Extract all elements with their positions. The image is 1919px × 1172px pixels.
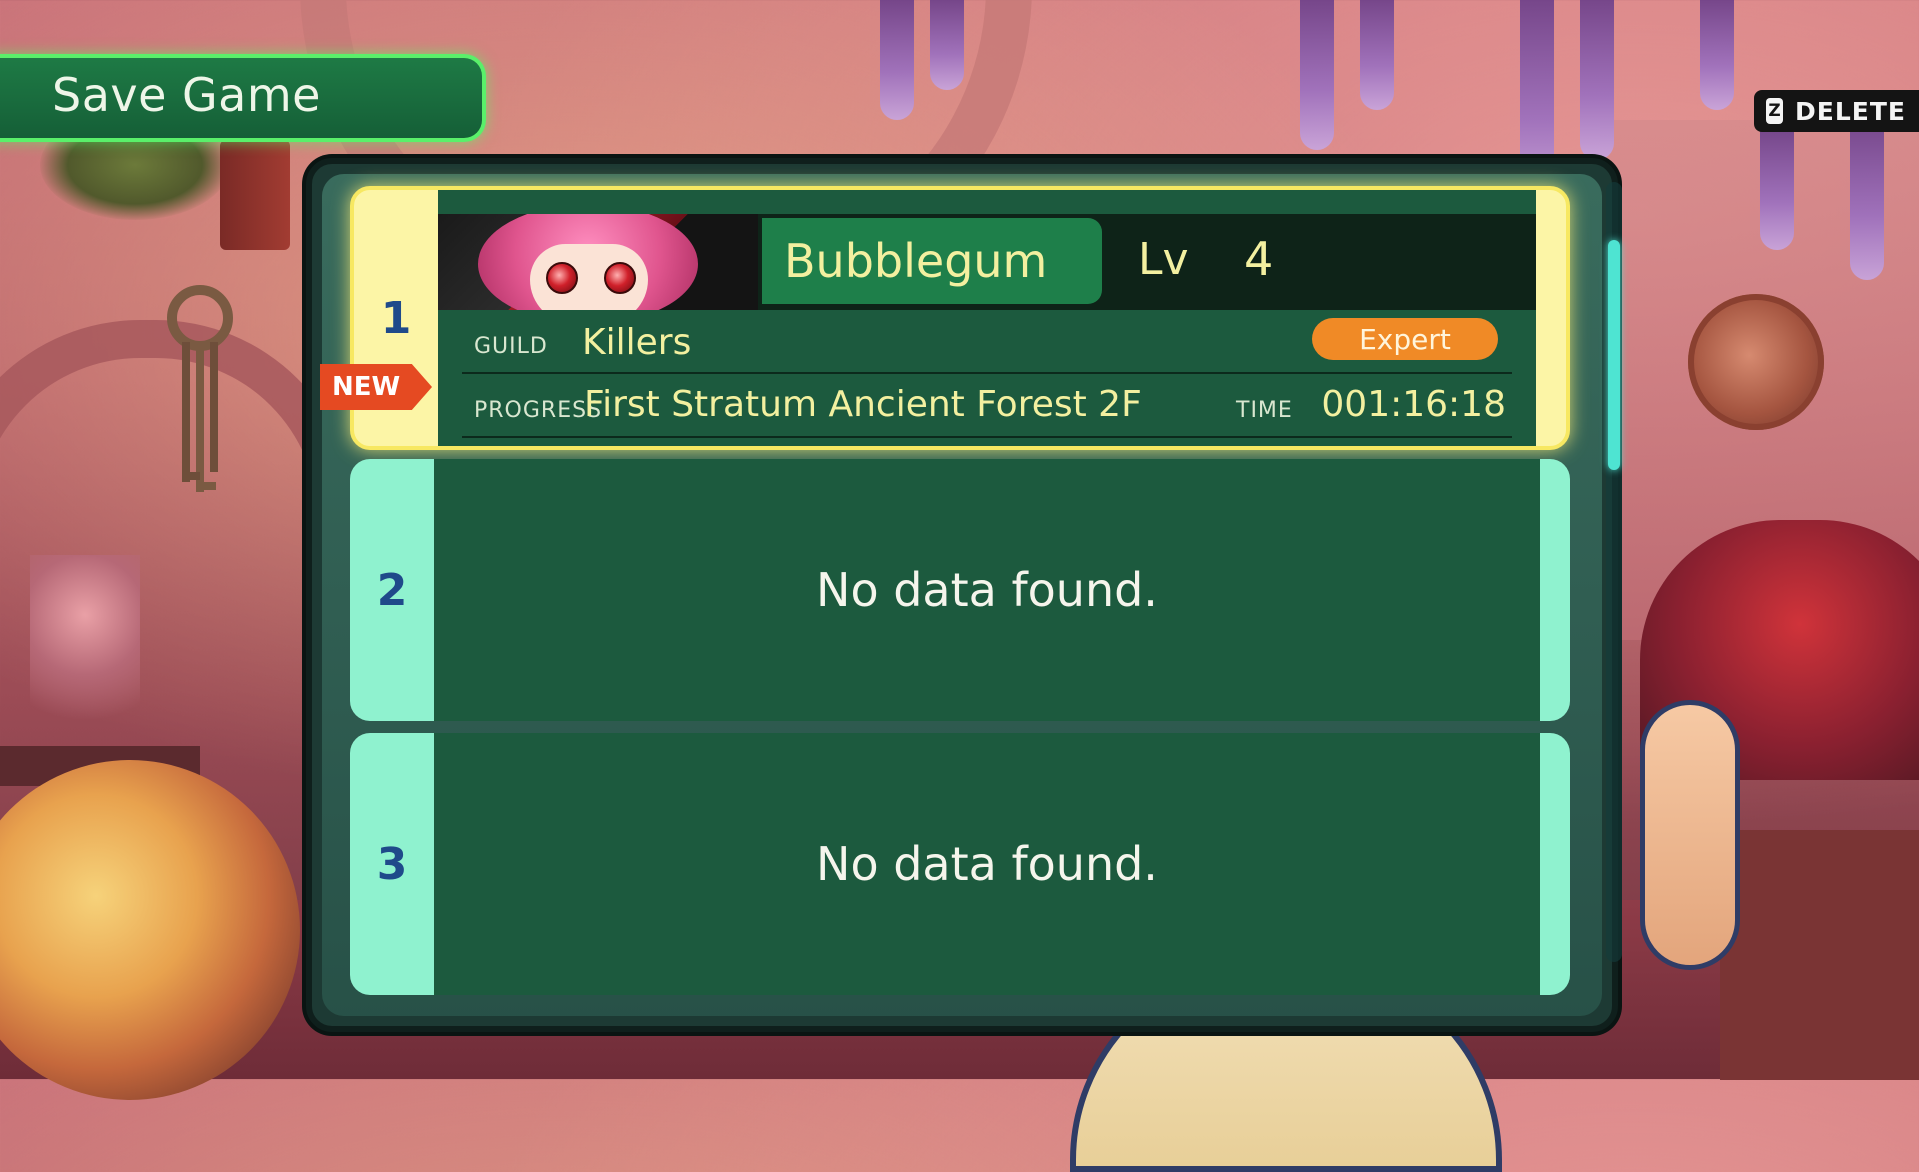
time-label: TIME	[1236, 398, 1293, 423]
wisteria-decoration	[1760, 130, 1794, 250]
wisteria-decoration	[1700, 0, 1734, 110]
wisteria-decoration	[1300, 0, 1334, 150]
play-time-value: 001:16:18	[1321, 384, 1506, 425]
guild-value: Killers	[582, 322, 692, 363]
door-decoration	[220, 140, 290, 250]
wisteria-decoration	[880, 0, 914, 120]
delete-label: DELETE	[1795, 96, 1906, 126]
guild-label: GUILD	[474, 334, 548, 359]
page-title: Save Game	[52, 68, 321, 122]
slot-panel: No data found.	[434, 733, 1540, 995]
scrollbar-thumb[interactable]	[1608, 240, 1620, 470]
save-slot-2[interactable]: 2 No data found.	[350, 459, 1570, 721]
title-bar: Save Game	[0, 54, 486, 142]
empty-slot-text: No data found.	[816, 563, 1158, 617]
divider	[462, 436, 1512, 438]
level-value: 4	[1244, 232, 1274, 286]
wisteria-decoration	[1850, 120, 1884, 280]
difficulty-badge: Expert	[1312, 318, 1498, 360]
progress-value: First Stratum Ancient Forest 2F	[584, 384, 1142, 425]
divider	[462, 372, 1512, 374]
character-name: Bubblegum	[784, 234, 1048, 288]
character-portrait	[438, 214, 758, 310]
z-key-icon: Z	[1766, 98, 1784, 124]
new-save-tag: NEW	[320, 364, 432, 410]
save-slot-3[interactable]: 3 No data found.	[350, 733, 1570, 995]
keys-decoration	[167, 285, 233, 492]
slot-header: Bubblegum Lv 4	[438, 214, 1536, 310]
slot-panel: No data found.	[434, 459, 1540, 721]
slot-panel: Bubblegum Lv 4 GUILD Killers Expert PROG…	[438, 190, 1536, 446]
wisteria-decoration	[1360, 0, 1394, 110]
save-slot-1[interactable]: 1 Bubblegum Lv 4 GUILD Killers Expert PR…	[350, 186, 1570, 450]
wisteria-decoration	[1580, 0, 1614, 160]
flower-vase	[30, 555, 140, 755]
wisteria-decoration	[930, 0, 964, 90]
progress-label: PROGRESS	[474, 398, 603, 423]
delete-button[interactable]: Z DELETE	[1754, 90, 1919, 132]
level-label: Lv	[1138, 234, 1189, 285]
slot-number: 3	[376, 838, 408, 890]
character-name-box: Bubblegum	[762, 218, 1102, 304]
character-arm	[1640, 700, 1740, 970]
empty-slot-text: No data found.	[816, 837, 1158, 891]
cabinet	[1720, 830, 1919, 1080]
wall-medallion	[1688, 294, 1824, 430]
slot-number: 2	[376, 564, 408, 616]
